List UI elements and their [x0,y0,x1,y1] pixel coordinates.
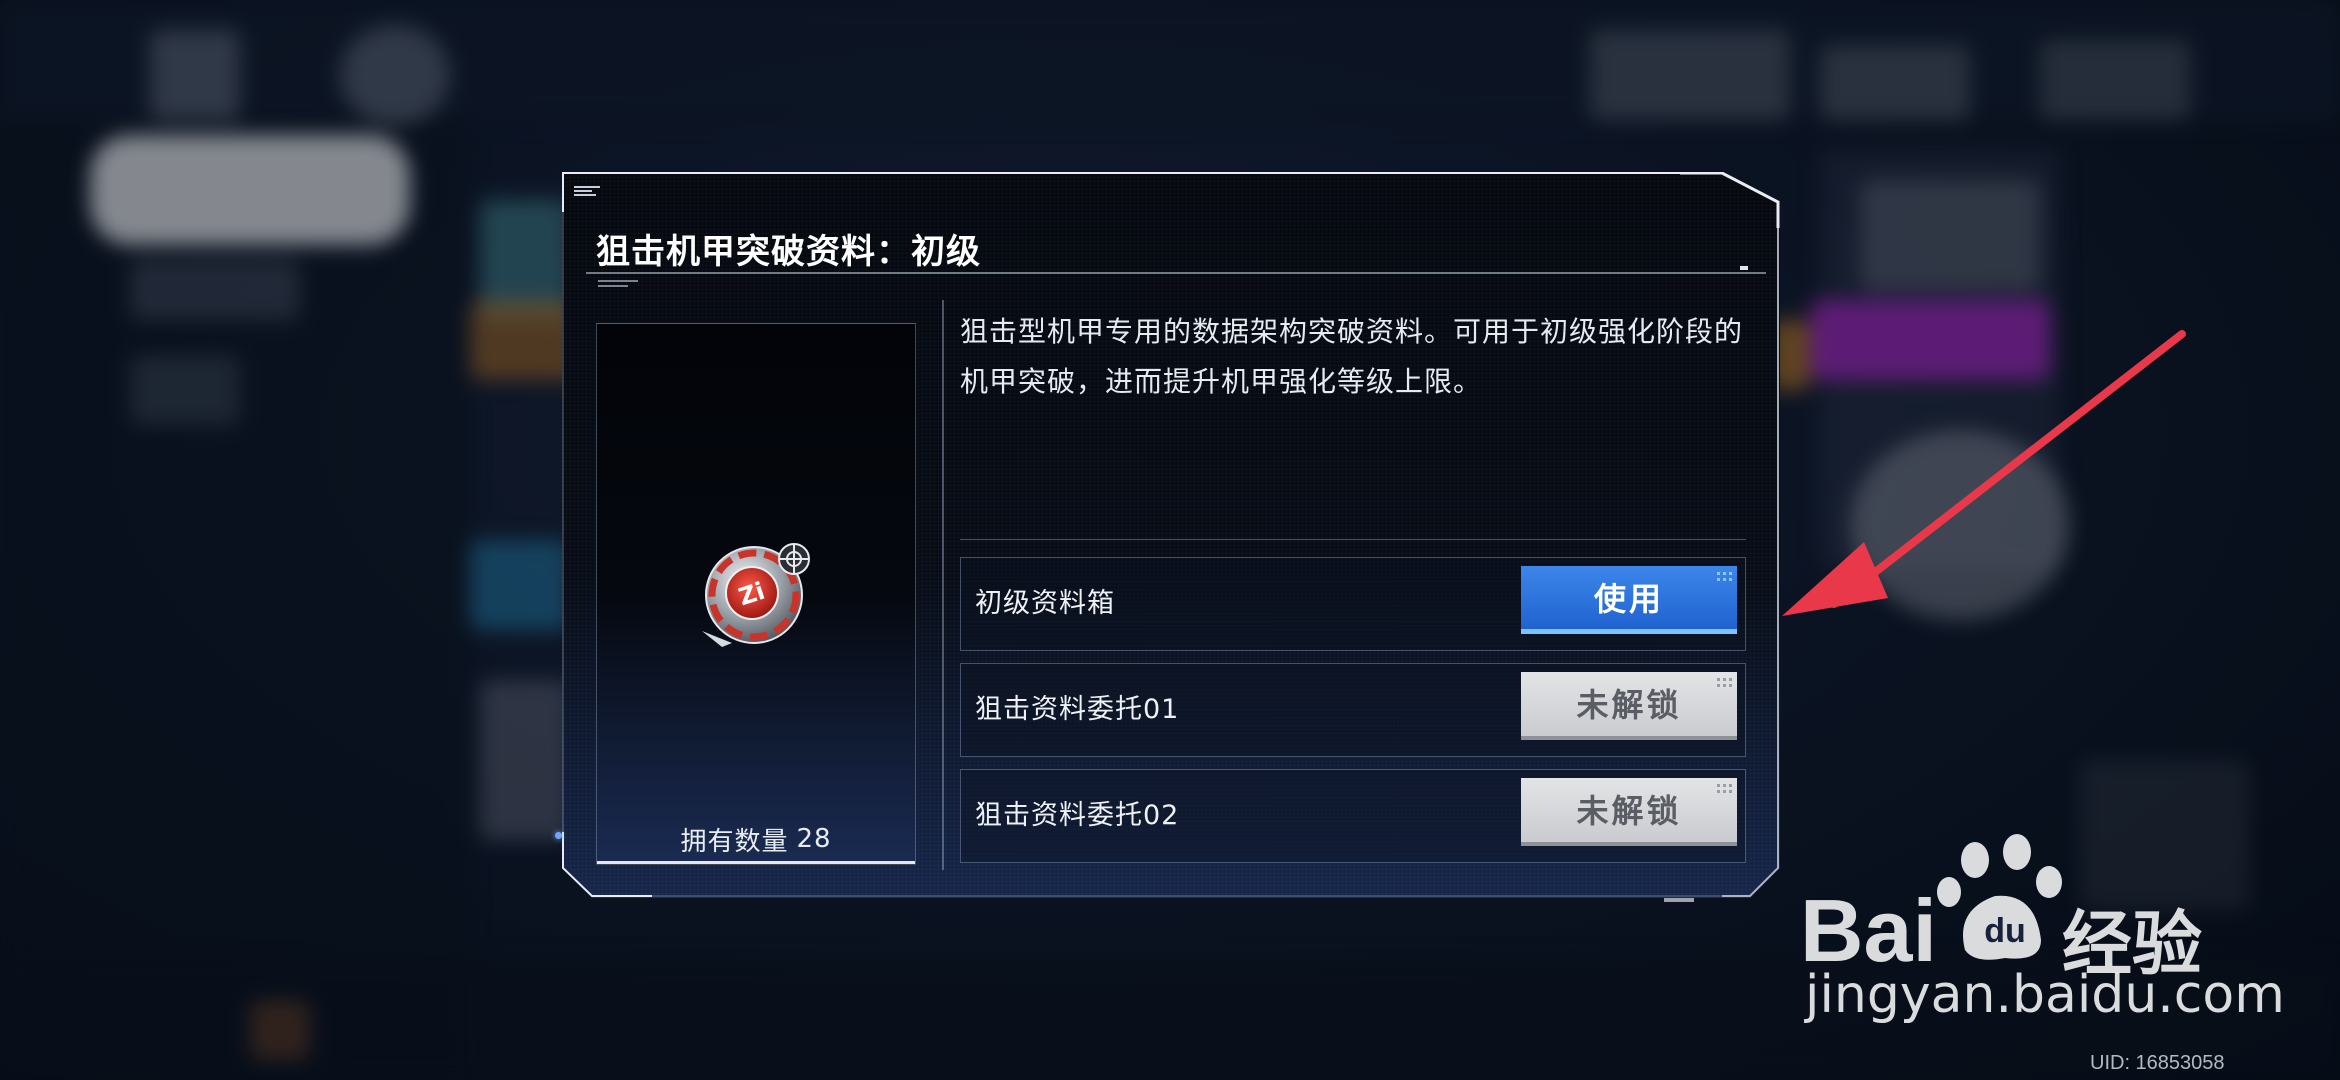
game-screen: 狙击机甲突破资料：初级 Zi 拥有数量 28 狙击型机甲专用的数据架构突破资料。… [0,0,2340,1080]
item-description: 狙击型机甲专用的数据架构突破资料。可用于初级强化阶段的机甲突破，进而提升机甲强化… [960,315,1744,398]
red-arrow-annotation [1782,330,2186,616]
source-row-sniper-commission-02: 狙击资料委托02 未解锁 [960,769,1746,863]
vertical-divider [942,300,944,870]
baidu-paw-icon: du [1937,834,2062,960]
source-label: 初级资料箱 [975,588,1115,619]
owned-count-value: 28 [796,824,832,854]
source-row-basic-data-box: 初级资料箱 使用 [960,557,1746,651]
owned-count: 拥有数量 28 [597,814,915,864]
dialog-side-indicator [555,832,562,839]
button-corner-dots [1717,572,1735,584]
locked-button[interactable]: 未解锁 [1521,778,1737,846]
locked-button[interactable]: 未解锁 [1521,672,1737,740]
dialog-corner-label [1664,898,1694,902]
dialog-title: 狙击机甲突破资料：初级 [596,232,981,272]
preview-corner-decoration [598,280,638,298]
player-uid: UID: 16853058 [2090,1052,2225,1074]
button-corner-dots [1717,784,1735,796]
title-divider-tick [1740,266,1748,270]
dialog-tag-decoration [574,186,600,198]
watermark-url: jingyan.baidu.com [1805,965,2285,1025]
sniper-mech-breakthrough-chip-icon: Zi [702,543,810,647]
button-corner-dots [1717,678,1735,690]
item-preview-panel: Zi 拥有数量 28 [596,323,916,865]
owned-count-underline [597,861,915,864]
title-divider [586,272,1766,274]
use-button[interactable]: 使用 [1521,566,1737,634]
source-label: 狙击资料委托02 [975,800,1180,831]
source-label: 狙击资料委托01 [975,694,1180,725]
item-detail-dialog: 狙击机甲突破资料：初级 Zi 拥有数量 28 狙击型机甲专用的数据架构突破资料。… [562,172,1780,898]
description-divider [960,539,1746,540]
source-row-sniper-commission-01: 狙击资料委托01 未解锁 [960,663,1746,757]
watermark-du: du [1984,912,2026,950]
owned-count-label: 拥有数量 [680,826,789,857]
